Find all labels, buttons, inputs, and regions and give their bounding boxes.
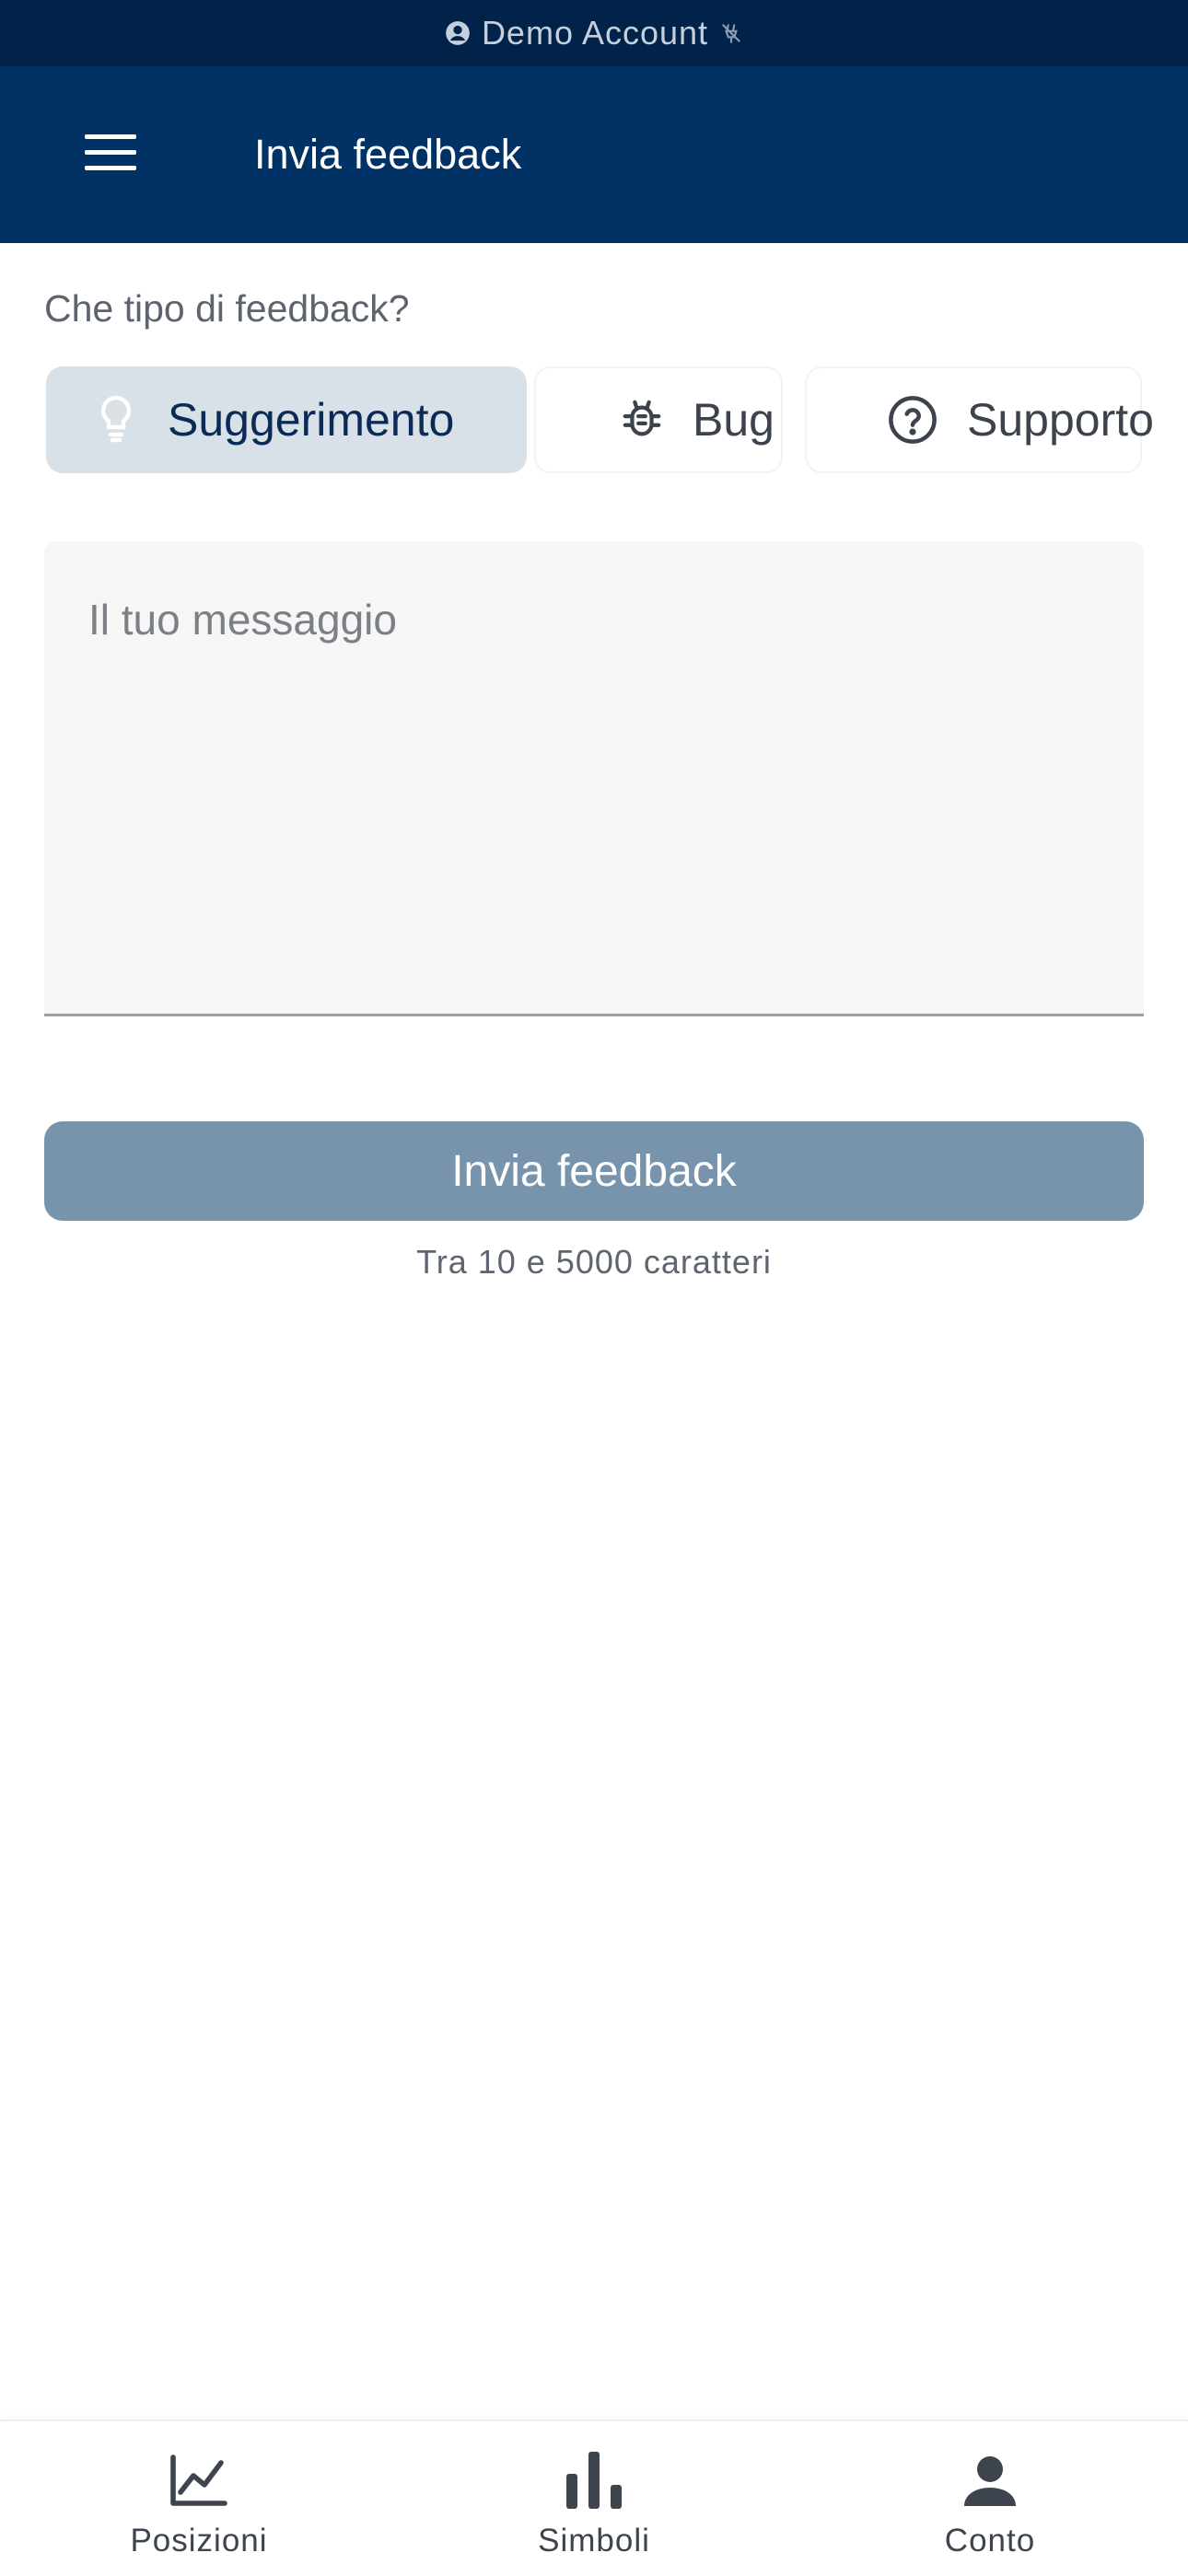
submit-feedback-button[interactable]: Invia feedback (44, 1121, 1144, 1221)
person-icon (964, 2447, 1016, 2513)
segment-support-label: Supporto (967, 394, 1154, 446)
nav-item-symbols[interactable]: Simboli (456, 2421, 732, 2576)
segment-bug[interactable]: Bug (534, 366, 783, 473)
line-chart-icon (169, 2447, 228, 2513)
segment-suggestion-label: Suggerimento (168, 394, 455, 446)
nav-item-account[interactable]: Conto (852, 2421, 1128, 2576)
page-title: Invia feedback (254, 131, 522, 178)
nav-label-account: Conto (944, 2523, 1036, 2559)
nav-label-positions: Posizioni (130, 2523, 268, 2559)
bar-chart-icon (566, 2447, 622, 2513)
menu-button[interactable] (66, 118, 155, 191)
lightbulb-icon (94, 394, 138, 446)
nav-label-symbols: Simboli (538, 2523, 650, 2559)
hamburger-menu-icon (85, 133, 136, 176)
segment-bug-label: Bug (693, 394, 775, 446)
bug-icon (621, 397, 663, 443)
nav-item-positions[interactable]: Posizioni (61, 2421, 337, 2576)
message-input[interactable] (88, 595, 1101, 981)
status-strip: Demo Account (0, 0, 1188, 66)
segment-suggestion[interactable]: Suggerimento (46, 366, 527, 473)
connection-off-icon (719, 21, 743, 45)
help-circle-icon (888, 395, 938, 445)
account-label: Demo Account (481, 14, 709, 52)
message-field (44, 541, 1144, 1016)
character-limit-hint: Tra 10 e 5000 caratteri (416, 1243, 772, 1281)
feedback-type-selector: Suggerimento Bug Supporto (46, 366, 1154, 473)
feedback-type-question: Che tipo di feedback? (44, 287, 410, 330)
app-bar: Invia feedback (0, 66, 1188, 243)
bottom-navigation: Posizioni Simboli Conto (0, 2419, 1188, 2576)
account-circle-icon (445, 20, 471, 46)
segment-support[interactable]: Supporto (805, 366, 1154, 473)
